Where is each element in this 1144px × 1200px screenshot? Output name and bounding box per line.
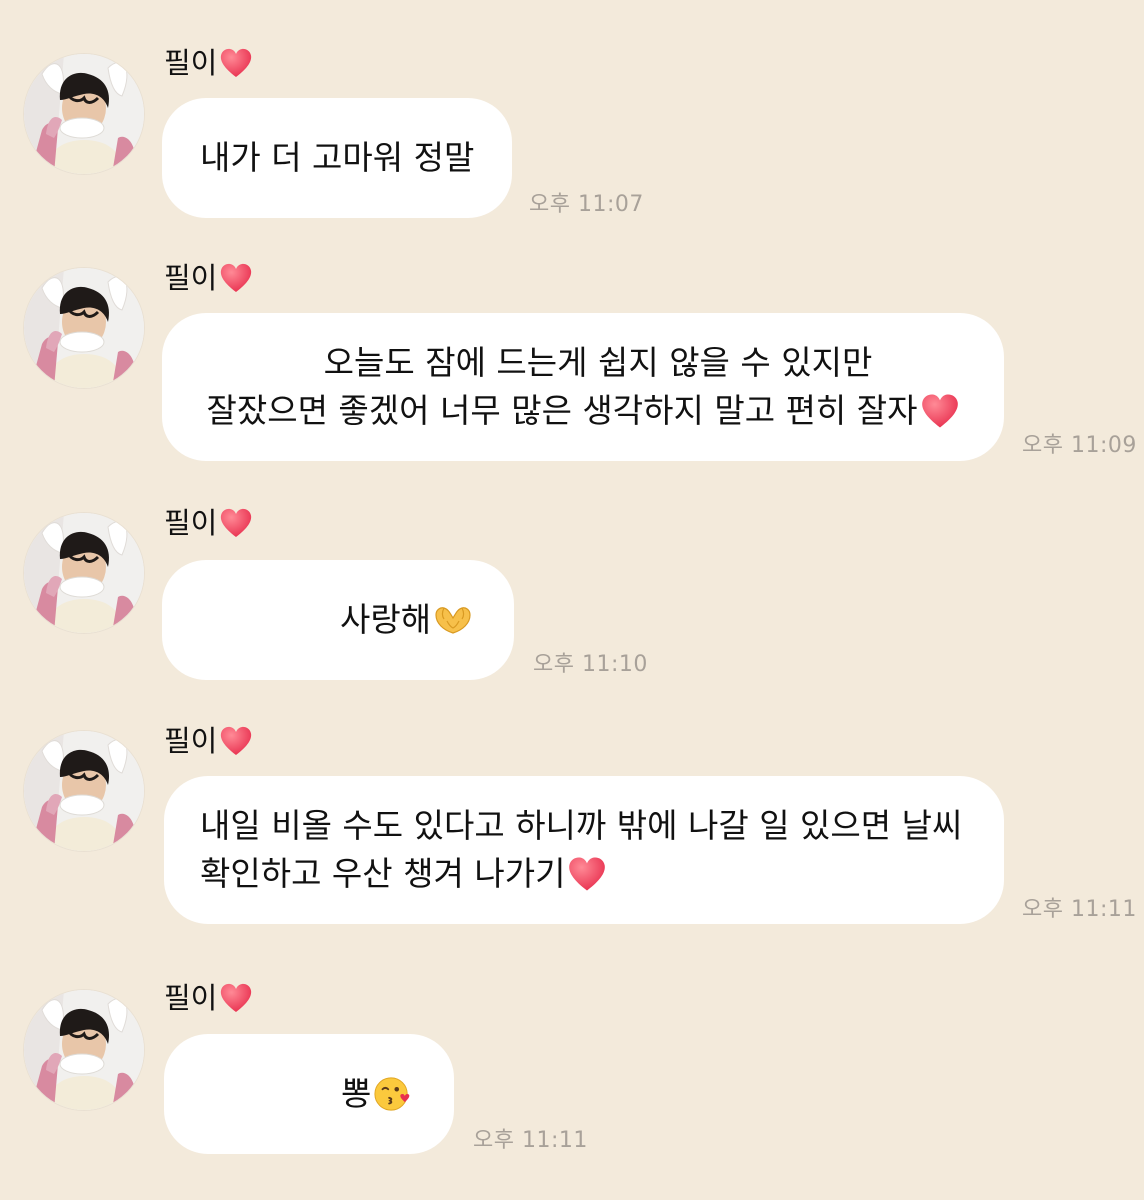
message-bubble[interactable]: 뽕	[164, 1034, 454, 1154]
message-timestamp: 오후 11:07	[529, 192, 644, 217]
message-line: 내일 비올 수도 있다고 하니까 밖에 나갈 일 있으면 날씨	[200, 806, 963, 845]
message-timestamp: 오후 11:09	[1022, 433, 1137, 458]
message-line: 확인하고 우산 챙겨 나가기	[200, 854, 566, 893]
message-text: 오늘도 잠에 드는게 쉽지 않을 수 있지만 잘잤으면 좋겠어 너무 많은 생각…	[207, 339, 960, 435]
message-timestamp: 오후 11:10	[533, 652, 648, 677]
sender-name: 필이	[164, 724, 253, 758]
heart-hands-icon	[433, 603, 473, 637]
red-heart-icon	[219, 725, 253, 757]
avatar[interactable]	[24, 990, 144, 1110]
message-timestamp: 오후 11:11	[1022, 897, 1137, 922]
message-bubble[interactable]: 사랑해	[162, 560, 514, 680]
chat-area: 필이 내가 더 고마워 정말 오후 11:07 필이 오늘도 잠에 드는게 쉽지…	[0, 0, 1144, 1200]
message-line-with-icon: 확인하고 우산 챙겨 나가기	[200, 850, 962, 898]
avatar[interactable]	[24, 268, 144, 388]
message-line: 오늘도 잠에 드는게 쉽지 않을 수 있지만	[323, 343, 873, 382]
red-heart-icon	[920, 392, 960, 430]
red-heart-icon	[219, 507, 253, 539]
message-line: 잘잤으면 좋겠어 너무 많은 생각하지 말고 편히 잘자	[206, 391, 918, 430]
avatar[interactable]	[24, 513, 144, 633]
sender-name: 필이	[164, 506, 253, 540]
message-bubble[interactable]: 내일 비올 수도 있다고 하니까 밖에 나갈 일 있으면 날씨 확인하고 우산 …	[164, 776, 1004, 924]
message-line-with-icon: 잘잤으면 좋겠어 너무 많은 생각하지 말고 편히 잘자	[207, 387, 960, 435]
sender-label: 필이	[164, 261, 218, 295]
message-text: 내일 비올 수도 있다고 하니까 밖에 나갈 일 있으면 날씨 확인하고 우산 …	[200, 802, 962, 898]
avatar[interactable]	[24, 731, 144, 851]
message-bubble[interactable]: 내가 더 고마워 정말	[162, 98, 512, 218]
sender-label: 필이	[164, 981, 218, 1015]
message-text: 뽕	[341, 1074, 372, 1113]
avatar[interactable]	[24, 54, 144, 174]
sender-label: 필이	[164, 724, 218, 758]
message-bubble[interactable]: 오늘도 잠에 드는게 쉽지 않을 수 있지만 잘잤으면 좋겠어 너무 많은 생각…	[162, 313, 1004, 461]
red-heart-icon	[219, 47, 253, 79]
message-text: 사랑해	[340, 600, 432, 639]
message-text: 내가 더 고마워 정말	[200, 138, 475, 177]
message-timestamp: 오후 11:11	[473, 1128, 588, 1153]
sender-label: 필이	[164, 506, 218, 540]
red-heart-icon	[219, 262, 253, 294]
kissing-face-icon	[373, 1075, 411, 1113]
red-heart-icon	[219, 982, 253, 1014]
red-heart-icon	[567, 855, 607, 893]
sender-name: 필이	[164, 981, 253, 1015]
sender-name: 필이	[164, 261, 253, 295]
sender-name: 필이	[164, 46, 253, 80]
sender-label: 필이	[164, 46, 218, 80]
